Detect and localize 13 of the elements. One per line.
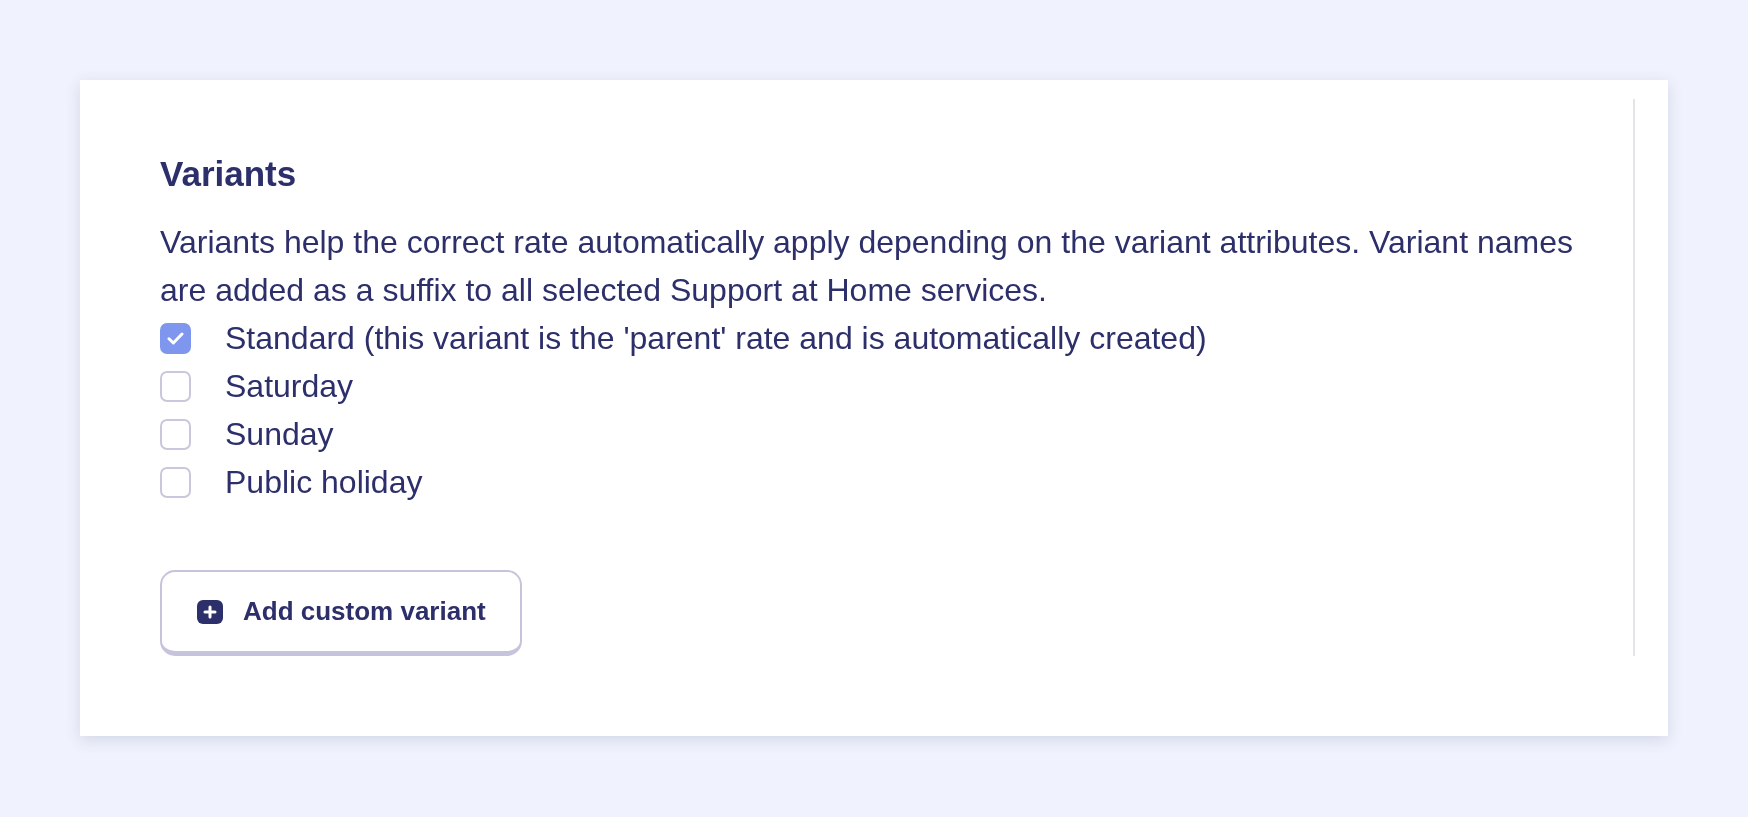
section-title: Variants [160,153,297,195]
plus-icon [197,599,223,624]
checkbox-label[interactable]: Standard (this variant is the 'parent' rate and is automatically created) [225,314,1207,362]
checkbox[interactable] [160,418,191,450]
checkbox-label[interactable]: Saturday [225,362,354,410]
check-icon [167,331,184,345]
checkbox[interactable] [160,370,191,402]
checkbox-label[interactable]: Sunday [225,410,334,458]
checkbox[interactable] [160,322,191,354]
checkbox-label[interactable]: Public holiday [225,458,423,506]
section-description: Variants help the correct rate automatically apply depending on the variant attributes. Variant names are added as a suffix to all selected Support at Home services. [160,223,1574,310]
add-custom-variant-button[interactable]: Add custom variant [160,570,522,656]
checkbox[interactable] [160,466,191,498]
